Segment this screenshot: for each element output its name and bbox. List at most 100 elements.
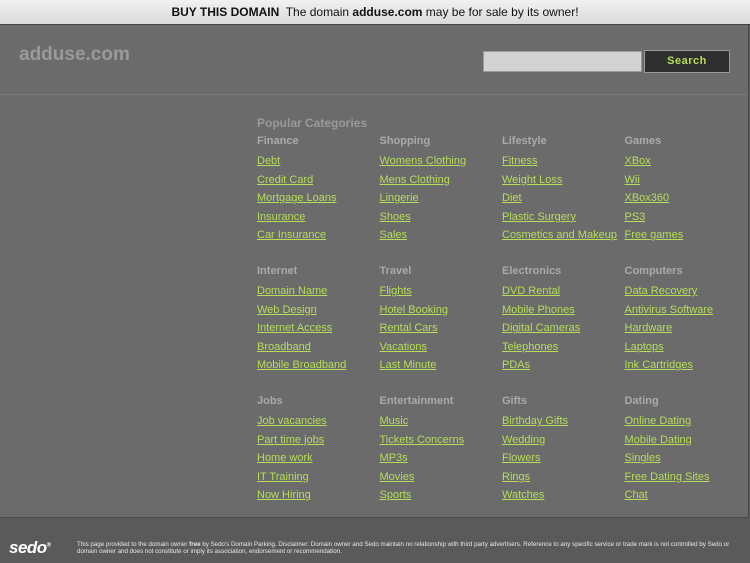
category-row: Internet Domain Name Web Design Internet Ac… [257, 264, 747, 394]
category-link[interactable]: Telephones [502, 339, 625, 358]
category-link[interactable]: Cosmetics and Makeup [502, 227, 625, 246]
category-column: Entertainment Music Tickets Concerns MP3s Mo… [380, 394, 503, 524]
category-title: Lifestyle [502, 135, 547, 147]
category-link[interactable]: Mobile Dating [625, 432, 748, 451]
category-title: Games [624, 135, 662, 147]
category-link[interactable]: Singles [625, 450, 748, 469]
category-link[interactable]: Credit Card [257, 172, 380, 191]
site-logo: adduse.com [19, 44, 130, 65]
sedo-logo[interactable]: sedo® [9, 538, 51, 558]
category-link[interactable]: XBox360 [625, 190, 748, 209]
category-title: Finance [257, 135, 299, 147]
category-link[interactable]: Online Dating [625, 413, 748, 432]
category-link[interactable]: Laptops [625, 339, 748, 358]
category-link[interactable]: Mens Clothing [380, 172, 503, 191]
category-link[interactable]: Job vacancies [257, 413, 380, 432]
footer-text-part1: This page provided to the domain owner [77, 541, 188, 548]
category-link[interactable]: Fitness [502, 153, 625, 172]
category-row: Jobs Job vacancies Part time jobs Home work… [257, 394, 747, 524]
category-row: Finance Debt Credit Card Mortgage Loans Insu… [257, 134, 747, 264]
category-link[interactable]: Antivirus Software [625, 302, 748, 321]
category-link[interactable]: PS3 [625, 209, 748, 228]
sedo-logo-text: sedo [9, 538, 47, 557]
category-link[interactable]: Lingerie [380, 190, 503, 209]
category-link[interactable]: Womens Clothing [380, 153, 503, 172]
category-link[interactable]: PDAs [502, 357, 625, 376]
category-link[interactable]: Free Dating Sites [625, 469, 748, 488]
category-link[interactable]: Plastic Surgery [502, 209, 625, 228]
search-input[interactable] [483, 51, 642, 72]
category-link[interactable]: Sports [380, 487, 503, 506]
category-link[interactable]: Shoes [380, 209, 503, 228]
category-title: Dating [624, 395, 659, 407]
popular-categories-title: Popular Categories [257, 116, 368, 130]
category-column: Dating Online Dating Mobile Dating Singles F… [625, 394, 748, 524]
category-link[interactable]: IT Training [257, 469, 380, 488]
category-column: Jobs Job vacancies Part time jobs Home work… [257, 394, 380, 524]
buy-domain-label[interactable]: BUY THIS DOMAIN [171, 5, 279, 19]
category-link[interactable]: Music [380, 413, 503, 432]
category-title: Shopping [379, 135, 431, 147]
category-column: Games XBox Wii XBox360 PS3 Free games [625, 134, 748, 264]
category-link[interactable]: Car Insurance [257, 227, 380, 246]
search-button[interactable]: Search [644, 50, 730, 73]
category-title: Entertainment [379, 395, 454, 407]
category-link[interactable]: Watches [502, 487, 625, 506]
category-link[interactable]: Rings [502, 469, 625, 488]
category-title: Gifts [502, 395, 528, 407]
footer-text-bold: free [189, 541, 201, 548]
category-link[interactable]: Flights [380, 283, 503, 302]
category-title: Travel [379, 265, 412, 277]
category-column: Electronics DVD Rental Mobile Phones Digita… [502, 264, 625, 394]
category-link[interactable]: Broadband [257, 339, 380, 358]
category-link[interactable]: Chat [625, 487, 748, 506]
category-link[interactable]: Diet [502, 190, 625, 209]
category-link[interactable]: Hardware [625, 320, 748, 339]
sedo-logo-reg: ® [46, 542, 51, 549]
category-link[interactable]: Debt [257, 153, 380, 172]
category-column: Shopping Womens Clothing Mens Clothing Ling… [380, 134, 503, 264]
category-link[interactable]: Birthday Gifts [502, 413, 625, 432]
footer: sedo® This page provided to the domain o… [0, 538, 750, 563]
category-column: Lifestyle Fitness Weight Loss Diet Plastic S… [502, 134, 625, 264]
category-link[interactable]: Weight Loss [502, 172, 625, 191]
category-link[interactable]: Internet Access [257, 320, 380, 339]
category-link[interactable]: Rental Cars [380, 320, 503, 339]
category-title: Jobs [257, 395, 283, 407]
category-link[interactable]: Free games [625, 227, 748, 246]
category-link[interactable]: Hotel Booking [380, 302, 503, 321]
category-column: Finance Debt Credit Card Mortgage Loans Insu… [257, 134, 380, 264]
category-link[interactable]: Flowers [502, 450, 625, 469]
category-link[interactable]: Vacations [380, 339, 503, 358]
category-link[interactable]: XBox [625, 153, 748, 172]
domain-sale-banner[interactable]: BUY THIS DOMAIN The domain adduse.com ma… [0, 0, 750, 25]
category-column: Internet Domain Name Web Design Internet Ac… [257, 264, 380, 394]
category-link[interactable]: Domain Name [257, 283, 380, 302]
banner-text-prefix: The domain [285, 5, 350, 19]
category-link[interactable]: Ink Cartridges [625, 357, 748, 376]
category-link[interactable]: Mobile Broadband [257, 357, 380, 376]
category-link[interactable]: Mobile Phones [502, 302, 625, 321]
category-link[interactable]: Last Minute [380, 357, 503, 376]
category-link[interactable]: Home work [257, 450, 380, 469]
category-column: Travel Flights Hotel Booking Rental Cars Vac… [380, 264, 503, 394]
category-link[interactable]: Mortgage Loans [257, 190, 380, 209]
category-link[interactable]: Digital Cameras [502, 320, 625, 339]
category-link[interactable]: Web Design [257, 302, 380, 321]
category-link[interactable]: Part time jobs [257, 432, 380, 451]
category-link[interactable]: Movies [380, 469, 503, 488]
category-link[interactable]: Sales [380, 227, 503, 246]
banner-domain: adduse.com [352, 5, 423, 19]
category-link[interactable]: Insurance [257, 209, 380, 228]
banner-text-suffix: may be for sale by its owner! [425, 5, 579, 19]
category-link[interactable]: Now Hiring [257, 487, 380, 506]
category-title: Internet [257, 265, 298, 277]
footer-disclaimer: This page provided to the domain owner f… [77, 541, 737, 555]
category-link[interactable]: Data Recovery [625, 283, 748, 302]
category-link[interactable]: Tickets Concerns [380, 432, 503, 451]
category-link[interactable]: Wii [625, 172, 748, 191]
category-link[interactable]: Wedding [502, 432, 625, 451]
category-link[interactable]: MP3s [380, 450, 503, 469]
category-column: Computers Data Recovery Antivirus Software… [625, 264, 748, 394]
category-link[interactable]: DVD Rental [502, 283, 625, 302]
